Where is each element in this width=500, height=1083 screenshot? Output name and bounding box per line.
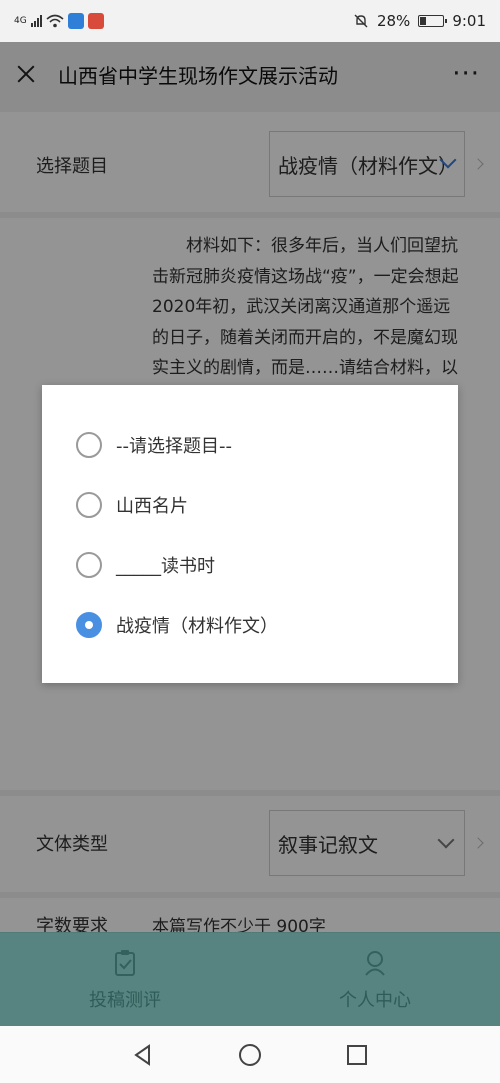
app-notification-icon xyxy=(87,13,104,29)
home-icon[interactable] xyxy=(238,1043,262,1067)
topic-option[interactable]: 山西名片 xyxy=(42,475,458,535)
clock: 9:01 xyxy=(452,12,486,30)
back-icon[interactable] xyxy=(132,1043,154,1066)
radio-icon xyxy=(76,492,102,518)
battery-icon xyxy=(418,15,448,27)
topic-option-selected[interactable]: 战疫情（材料作文） xyxy=(42,595,458,655)
radio-icon xyxy=(76,432,102,458)
option-label: 战疫情（材料作文） xyxy=(116,616,278,637)
radio-selected-icon xyxy=(76,612,102,638)
status-right: 28% 9:01 xyxy=(353,12,486,30)
modal-backdrop-tint xyxy=(0,932,500,1026)
mute-bell-icon xyxy=(354,14,368,28)
battery-percent: 28% xyxy=(376,12,411,30)
topic-picker-dialog: --请选择题目-- 山西名片 _____读书时 战疫情（材料作文） xyxy=(42,385,458,683)
app-notification-icon xyxy=(67,13,84,29)
system-nav-bar xyxy=(0,1026,500,1083)
topic-option[interactable]: --请选择题目-- xyxy=(42,415,458,475)
wifi-icon xyxy=(46,14,64,28)
option-label: --请选择题目-- xyxy=(116,436,232,457)
status-bar: 4G 28% 9:01 xyxy=(0,0,500,42)
option-label: 山西名片 xyxy=(116,496,188,517)
network-type: 4G xyxy=(14,15,27,26)
option-label: _____读书时 xyxy=(116,556,215,577)
topic-option[interactable]: _____读书时 xyxy=(42,535,458,595)
recents-icon[interactable] xyxy=(346,1044,368,1066)
signal-icon xyxy=(30,15,42,27)
status-left: 4G xyxy=(14,13,104,29)
radio-icon xyxy=(76,552,102,578)
battery-fill xyxy=(420,17,427,25)
